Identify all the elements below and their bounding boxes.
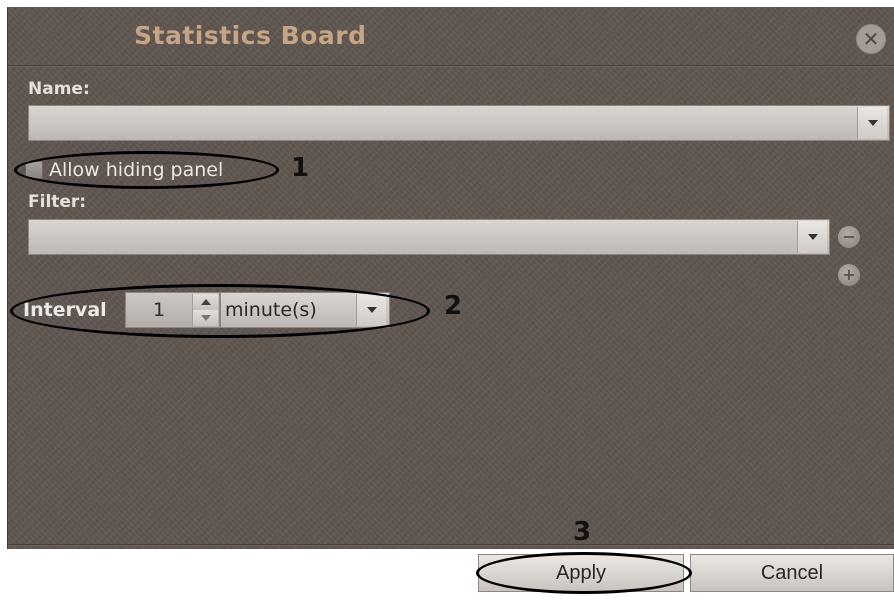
annotation-number-2: 2 [444,291,463,321]
plus-icon[interactable]: + [838,264,860,286]
annotation-oval-2 [10,284,430,338]
annotation-number-3: 3 [573,517,592,547]
chevron-down-icon[interactable] [857,107,887,139]
close-icon[interactable]: ✕ [856,24,886,54]
annotation-oval-1 [14,151,279,189]
name-label: Name: [28,79,90,99]
filter-label: Filter: [28,192,87,212]
dialog-title: Statistics Board [134,21,367,50]
cancel-button[interactable]: Cancel [690,554,894,592]
chevron-down-icon[interactable] [797,221,827,253]
minus-icon[interactable]: − [838,226,860,248]
footer-divider [8,544,894,545]
annotation-oval-3 [476,552,692,594]
dialog-titlebar: Statistics Board ✕ [8,7,894,66]
annotation-number-1: 1 [291,153,310,183]
name-dropdown[interactable] [28,105,890,141]
filter-dropdown[interactable] [28,219,830,255]
